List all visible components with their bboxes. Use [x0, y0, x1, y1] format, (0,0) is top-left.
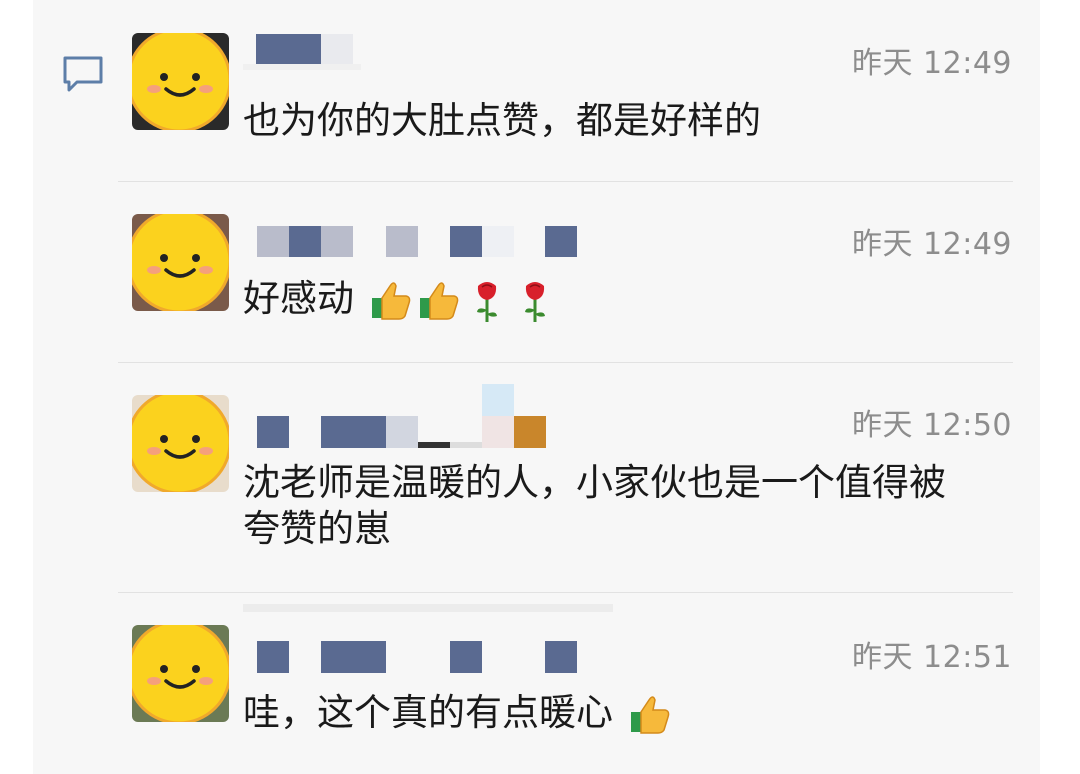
comment-text-line: 夸赞的崽 [243, 507, 391, 550]
avatar[interactable] [132, 395, 229, 492]
divider [118, 592, 1013, 593]
avatar[interactable] [132, 33, 229, 130]
comment-text-row: 好感动 [243, 276, 558, 324]
rose-icon [524, 281, 545, 322]
comment-time: 昨天 12:49 [852, 46, 1012, 81]
divider [118, 362, 1013, 363]
comment-text: 哇，这个真的有点暖心 [243, 691, 613, 734]
comment-time: 昨天 12:51 [852, 640, 1012, 675]
smiley-face-icon [132, 214, 229, 311]
comment-text: 好感动 [243, 277, 354, 320]
thumbs-up-icon [630, 695, 670, 734]
thumbs-up-icon [419, 281, 459, 320]
comment-text: 沈老师是温暖的人，小家伙也是一个值得被 夸赞的崽 [243, 460, 946, 552]
divider [118, 181, 1013, 182]
comment-time: 昨天 12:50 [852, 408, 1012, 443]
smiley-face-icon [132, 625, 229, 722]
comment-text-row: 哇，这个真的有点暖心 [243, 690, 673, 738]
thumbs-up-icon [371, 281, 411, 320]
comment-bubble-icon[interactable] [61, 54, 105, 94]
smiley-face-icon [132, 395, 229, 492]
avatar[interactable] [132, 214, 229, 311]
comment-text: 也为你的大肚点赞，都是好样的 [243, 99, 761, 142]
comment-time: 昨天 12:49 [852, 227, 1012, 262]
smiley-face-icon [132, 33, 229, 130]
avatar[interactable] [132, 625, 229, 722]
comment-text-line: 沈老师是温暖的人，小家伙也是一个值得被 [243, 461, 946, 504]
rose-icon [476, 281, 497, 322]
